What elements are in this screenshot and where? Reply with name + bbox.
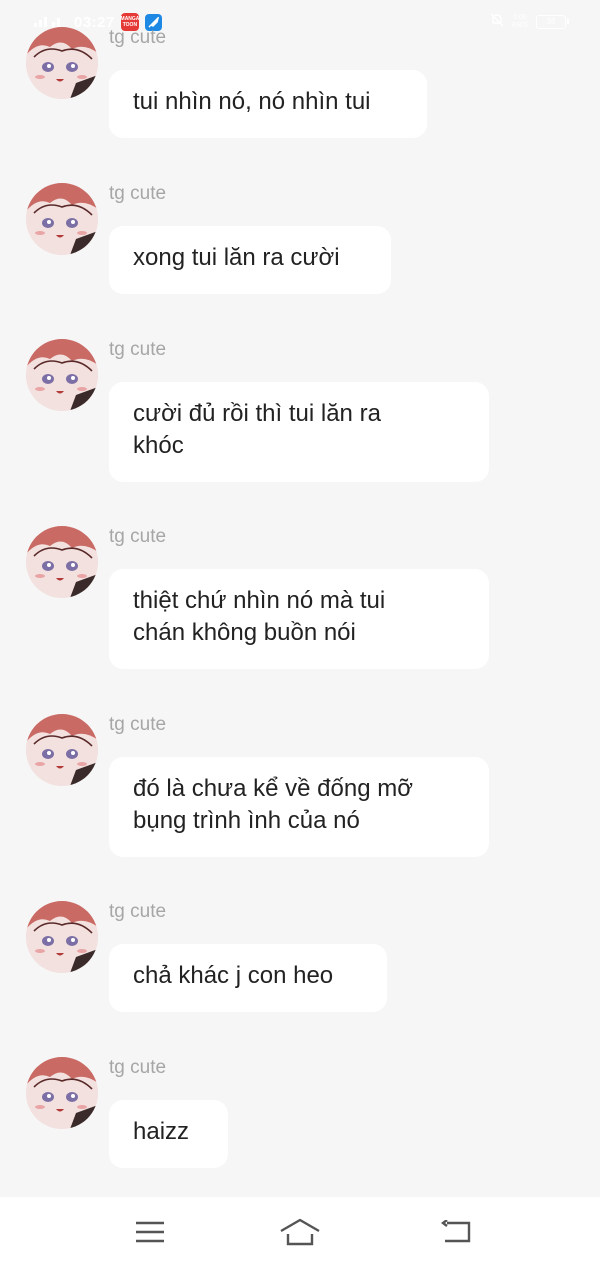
- sender-name: tg cute: [109, 714, 167, 735]
- battery-level: 38: [546, 17, 556, 26]
- menu-icon[interactable]: [130, 1215, 170, 1249]
- avatar[interactable]: [26, 526, 98, 598]
- message-bubble[interactable]: xong tui lăn ra cười: [109, 226, 391, 294]
- message-line: xong tui lăn ra cười: [133, 244, 340, 271]
- message-line: haizz: [133, 1118, 190, 1145]
- sender-name: tg cute: [109, 183, 167, 204]
- avatar[interactable]: [26, 714, 98, 786]
- message-bubble[interactable]: tui nhìn nó, nó nhìn tui: [109, 70, 427, 138]
- message-bubble[interactable]: thiệt chứ nhìn nó mà tui chán không buồn…: [109, 569, 489, 669]
- system-nav-bar: [0, 1197, 600, 1267]
- sender-name: tg cute: [109, 1057, 167, 1078]
- net-speed-value: 0.00: [513, 14, 527, 21]
- back-icon[interactable]: [437, 1215, 477, 1249]
- avatar[interactable]: [26, 1057, 98, 1129]
- net-speed-unit: KB/S: [512, 22, 528, 29]
- message-line: chả khác j con heo: [133, 962, 334, 989]
- message-bubble[interactable]: đó là chưa kể về đống mỡ bụng trình ình …: [109, 757, 489, 857]
- avatar[interactable]: [26, 339, 98, 411]
- message-line: thiệt chứ nhìn nó mà tui: [133, 587, 386, 614]
- avatar[interactable]: [26, 901, 98, 973]
- sender-name: tg cute: [109, 27, 167, 48]
- net-speed: 0.00 KB/S: [512, 14, 528, 30]
- avatar[interactable]: [26, 27, 98, 99]
- message-bubble[interactable]: chả khác j con heo: [109, 944, 387, 1012]
- sender-name: tg cute: [109, 901, 167, 922]
- mute-icon: [490, 13, 504, 31]
- message-line: bụng trình ình của nó: [133, 807, 360, 834]
- message-line: đó là chưa kể về đống mỡ: [133, 775, 413, 802]
- avatar[interactable]: [26, 183, 98, 255]
- sender-name: tg cute: [109, 339, 167, 360]
- message-line: khóc: [133, 432, 184, 459]
- message-line: cười đủ rồi thì tui lăn ra: [133, 400, 381, 427]
- message-bubble[interactable]: cười đủ rồi thì tui lăn ra khóc: [109, 382, 489, 482]
- battery-icon: 38: [536, 15, 569, 29]
- message-line: chán không buồn nói: [133, 619, 356, 646]
- message-line: tui nhìn nó, nó nhìn tui: [133, 88, 371, 115]
- status-bar: 03:27 MANGA TOON 0.00 KB/S 38: [0, 0, 600, 46]
- home-icon[interactable]: [278, 1215, 322, 1249]
- message-bubble[interactable]: haizz: [109, 1100, 228, 1168]
- sender-name: tg cute: [109, 526, 167, 547]
